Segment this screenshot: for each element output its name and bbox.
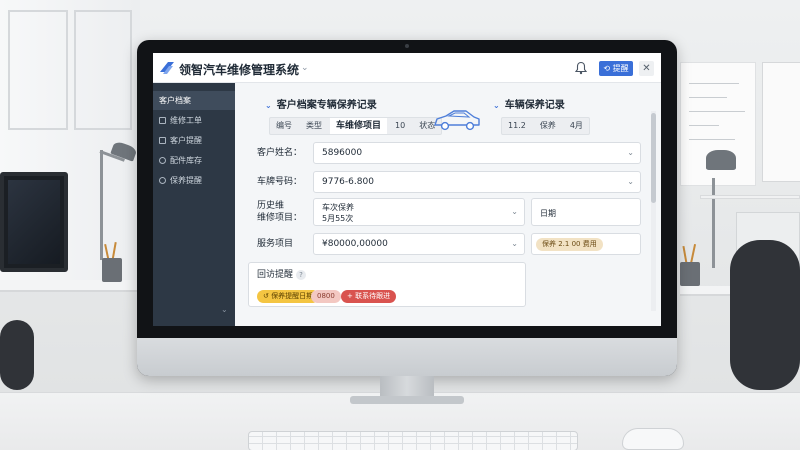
- plate-number-value: 9776-6.800: [322, 177, 374, 187]
- shelf: [700, 195, 800, 199]
- title-bar: 领智汽车维修管理系统 ⌄ ⟲ 提醒 ✕: [153, 53, 661, 83]
- sidebar-item-customer-archive[interactable]: 客户档案: [153, 91, 235, 110]
- pill-count[interactable]: 0800: [311, 290, 341, 303]
- followup-reminder-text: 回访提醒: [257, 270, 294, 280]
- sidebar-item-label: 客户提醒: [170, 136, 202, 145]
- plate-number-field[interactable]: 9776-6.800 ⌄: [313, 171, 641, 193]
- whiteboard: [762, 62, 800, 182]
- tabbar-left: 编号 类型 车维修项目 10 状态: [269, 117, 443, 135]
- history-service-field[interactable]: 车次保养 5月55次 ⌄: [313, 198, 525, 226]
- title-chevron-down-icon[interactable]: ⌄: [301, 63, 309, 73]
- calendar-icon: [159, 137, 166, 144]
- background-monitor: [0, 172, 68, 272]
- customer-name-field[interactable]: 5896000 ⌄: [313, 142, 641, 164]
- pill-follow-up[interactable]: + 联系待跟进: [341, 290, 397, 303]
- tab-number[interactable]: 编号: [270, 118, 298, 134]
- office-chair-right: [730, 240, 800, 390]
- sidebar-item-customer-reminders[interactable]: 客户提醒: [153, 131, 235, 150]
- history-value-line1: 车次保养: [322, 203, 354, 212]
- settings-icon: [159, 157, 166, 164]
- sidebar-item-maintenance-reminders[interactable]: 保养提醒: [153, 171, 235, 190]
- keyboard: [248, 431, 578, 450]
- app-screen: 领智汽车维修管理系统 ⌄ ⟲ 提醒 ✕ 客户档案 维修工单 客户提醒 配件库存 …: [153, 53, 661, 326]
- maintenance-cost-pill[interactable]: 保养 2.1 00 费用: [536, 238, 603, 251]
- history-label-line2: 维修项目：: [257, 213, 303, 223]
- service-items-field[interactable]: ¥80000,00000 ⌄: [313, 233, 525, 255]
- chevron-down-icon[interactable]: ⌄: [511, 234, 518, 254]
- customer-name-label: 客户姓名：: [257, 148, 303, 158]
- followup-panel: 回访提醒? ↺ 保养提醒日期 0800 + 联系待跟进: [248, 262, 526, 307]
- sidebar-item-label: 保养提醒: [170, 176, 202, 185]
- sidebar-item-label: 维修工单: [170, 116, 202, 125]
- tabbar-right: 11.2 保养 4月: [501, 117, 590, 135]
- car-icon: [434, 110, 480, 131]
- clock-icon: [159, 177, 166, 184]
- history-label-line1: 历史维: [257, 201, 285, 211]
- document-icon: [159, 117, 166, 124]
- mouse: [622, 428, 684, 450]
- help-icon[interactable]: ?: [296, 270, 307, 280]
- date-box[interactable]: 日期: [531, 198, 641, 226]
- service-items-value: ¥80000,00000: [322, 239, 388, 249]
- plate-number-label: 车牌号码：: [257, 177, 303, 187]
- sidebar-item-label: 客户档案: [159, 96, 191, 105]
- sidebar-collapse-chevron-icon[interactable]: ⌄: [221, 305, 228, 314]
- chevron-down-icon[interactable]: ⌄: [265, 101, 272, 110]
- reminder-button[interactable]: ⟲ 提醒: [599, 61, 633, 76]
- monitor-chin: [137, 338, 677, 376]
- pill-maintenance-date[interactable]: ↺ 保养提醒日期: [257, 290, 320, 303]
- window-pane: [8, 10, 68, 130]
- chevron-down-icon[interactable]: ⌄: [493, 101, 500, 110]
- section-title-text: 客户档案专辆保养记录: [276, 100, 377, 111]
- reminder-button-icon: ⟲: [603, 64, 613, 73]
- app-logo-icon: [160, 62, 174, 74]
- bell-icon[interactable]: [574, 61, 588, 75]
- sidebar-item-repair-orders[interactable]: 维修工单: [153, 111, 235, 130]
- section-title-customer-records: ⌄ 客户档案专辆保养记录: [265, 96, 377, 111]
- chevron-down-icon[interactable]: ⌄: [627, 172, 634, 192]
- tab-count[interactable]: 10: [389, 118, 411, 134]
- sidebar-item-parts-inventory[interactable]: 配件库存: [153, 151, 235, 170]
- scrollbar-thumb[interactable]: [651, 113, 656, 203]
- desk-left: [0, 280, 150, 292]
- history-value-line2: 5月55次: [322, 214, 354, 223]
- date-box-label: 日期: [540, 209, 556, 218]
- maintenance-cost-box: 保养 2.1 00 费用: [531, 233, 641, 255]
- followup-reminder-label: 回访提醒?: [257, 269, 307, 281]
- office-chair-left: [0, 320, 34, 390]
- tab-maintenance[interactable]: 保养: [534, 118, 562, 134]
- section-title-text: 车辆保养记录: [504, 100, 565, 111]
- tab-type[interactable]: 类型: [300, 118, 328, 134]
- service-items-label: 服务项目: [257, 239, 294, 249]
- tab-month[interactable]: 4月: [564, 118, 589, 134]
- sidebar: 客户档案 维修工单 客户提醒 配件库存 保养提醒 ⌄: [153, 83, 235, 326]
- tab-repair-items[interactable]: 车维修项目: [330, 118, 388, 134]
- app-title: 领智汽车维修管理系统: [179, 63, 300, 77]
- tab-date[interactable]: 11.2: [502, 118, 532, 134]
- section-title-maintenance-records: ⌄ 车辆保养记录: [493, 96, 565, 111]
- chevron-down-icon[interactable]: ⌄: [511, 206, 518, 217]
- chevron-down-icon[interactable]: ⌄: [627, 143, 634, 163]
- monitor-stand-base: [350, 396, 464, 404]
- sidebar-item-label: 配件库存: [170, 156, 202, 165]
- camera: [405, 44, 409, 48]
- reminder-button-label: 提醒: [612, 64, 629, 73]
- close-icon[interactable]: ✕: [639, 61, 654, 76]
- window-pane: [74, 10, 132, 130]
- customer-name-value: 5896000: [322, 148, 363, 158]
